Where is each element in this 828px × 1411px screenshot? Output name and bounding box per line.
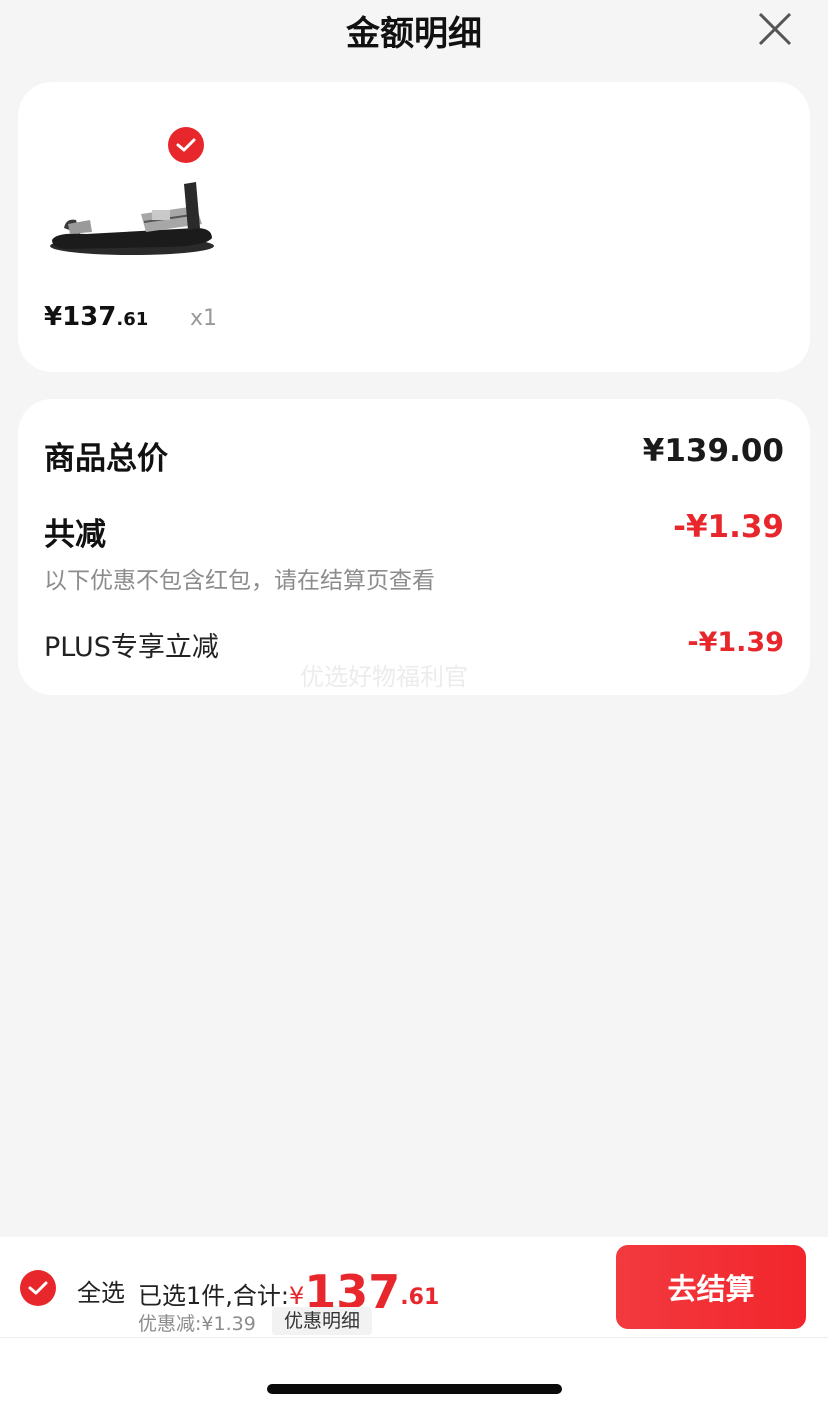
price-summary-card: 商品总价 ¥139.00 共减 -¥1.39 以下优惠不包含红包，请在结算页查看…: [18, 399, 810, 695]
watermark-text: 优选好物福利官: [300, 663, 468, 691]
item-quantity: x1: [190, 306, 218, 331]
item-checkbox[interactable]: [168, 127, 204, 163]
home-area: [0, 1338, 828, 1411]
total-reduce-label: 共减: [44, 517, 106, 553]
page-title: 金额明细: [346, 14, 482, 54]
item-price-dec: .61: [116, 309, 149, 330]
select-all-label[interactable]: 全选: [77, 1273, 125, 1308]
select-all-checkbox[interactable]: [20, 1270, 56, 1306]
item-card: ¥137.61 x1: [18, 82, 810, 372]
summary-currency: ¥: [288, 1282, 305, 1310]
goods-total-label: 商品总价: [44, 441, 168, 477]
header: 金额明细: [0, 0, 828, 60]
discount-text: 优惠减:¥1.39: [138, 1313, 256, 1335]
discount-detail-button[interactable]: 优惠明细: [272, 1307, 373, 1335]
item-price-int: ¥137: [44, 302, 117, 332]
summary-total-dec: .61: [400, 1285, 440, 1310]
plus-discount-value: -¥1.39: [687, 627, 784, 658]
checkout-button[interactable]: 去结算: [616, 1245, 806, 1329]
home-indicator[interactable]: [267, 1384, 562, 1394]
reduce-note: 以下优惠不包含红包，请在结算页查看: [44, 568, 435, 594]
checkout-bar: 全选 已选1件,合计:¥137.61 优惠减:¥1.39 优惠明细 去结算: [0, 1237, 828, 1337]
item-price: ¥137.61: [44, 302, 148, 332]
plus-discount-label: PLUS专享立减: [44, 632, 219, 663]
summary-prefix: 已选1件,合计:: [138, 1282, 289, 1310]
check-icon: [176, 138, 196, 152]
close-icon[interactable]: [752, 6, 798, 52]
total-reduce-value: -¥1.39: [673, 509, 784, 545]
check-icon: [28, 1281, 48, 1295]
goods-total-value: ¥139.00: [642, 433, 784, 469]
